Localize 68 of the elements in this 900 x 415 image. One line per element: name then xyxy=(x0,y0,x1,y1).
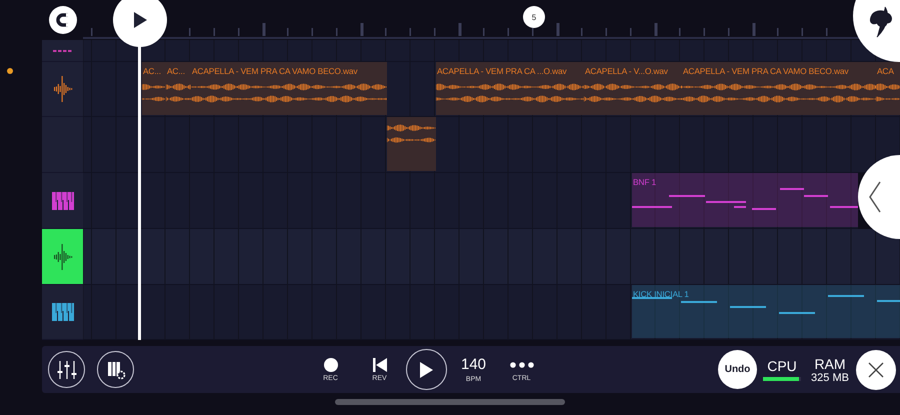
ruler-tick xyxy=(262,23,266,36)
undo-button[interactable]: Undo xyxy=(718,350,757,389)
clip-label: AC... xyxy=(167,66,185,77)
ruler-tick xyxy=(238,28,240,36)
play-button[interactable] xyxy=(113,0,167,47)
ruler-tick xyxy=(728,28,730,36)
audio-clip[interactable]: AC... xyxy=(142,62,166,115)
ruler-tick xyxy=(704,28,705,36)
sliders-icon xyxy=(56,358,78,380)
clip-label: ACAPELLA - VEM PRA CA VAMO BECO.wav xyxy=(192,66,358,77)
audio-clip[interactable]: ACA xyxy=(876,62,900,115)
ruler-tick xyxy=(826,28,828,36)
ruler-tick xyxy=(606,28,607,36)
record-icon xyxy=(324,358,338,372)
clip-label: ACAPELLA - VEM PRA CA VAMO BECO.wav xyxy=(683,66,848,77)
audio-clip[interactable]: ACAPELLA - VEM PRA CA VAMO BECO.wav xyxy=(191,62,387,115)
clip-label: ACAPELLA - V...O.wav xyxy=(585,66,668,77)
status-dot xyxy=(7,68,13,74)
ruler-tick xyxy=(434,28,436,36)
clip-label: ACAPELLA - VEM PRA CA ...O.wav xyxy=(437,66,567,77)
bar-marker[interactable]: 5 xyxy=(523,6,545,28)
ruler-tick xyxy=(802,28,803,36)
ruler-tick xyxy=(360,23,364,36)
audio-clip[interactable]: ACAPELLA - VEM PRA CA VAMO BECO.wav xyxy=(682,62,876,115)
close-icon xyxy=(868,362,884,378)
clip-label: ACA xyxy=(877,66,894,77)
ruler-tick xyxy=(777,28,778,36)
ruler-tick xyxy=(630,28,632,36)
ruler-tick xyxy=(385,28,386,36)
play-button[interactable] xyxy=(406,349,446,390)
audio-clip[interactable]: ACAPELLA - VEM PRA CA ...O.wav xyxy=(436,62,584,115)
ruler-tick xyxy=(287,28,288,36)
ruler-tick xyxy=(91,28,92,36)
ruler-tick xyxy=(679,28,680,36)
waveform-icon xyxy=(52,244,72,270)
clip-label: KICK INICIAL 1 xyxy=(633,289,689,300)
skip-back-icon xyxy=(372,358,388,372)
close-button[interactable] xyxy=(856,350,896,390)
ruler-tick xyxy=(752,23,756,36)
ram-label: RAM xyxy=(814,356,846,372)
magnet-icon xyxy=(54,12,70,28)
ruler-tick xyxy=(483,28,484,36)
ruler-tick xyxy=(508,28,509,36)
ruler-tick xyxy=(214,28,215,36)
ram-value: 325 MB xyxy=(811,372,849,384)
piano-settings-button[interactable] xyxy=(97,351,134,388)
ruler-tick xyxy=(312,28,313,36)
ruler-tick xyxy=(532,28,534,36)
ruler-tick xyxy=(410,28,411,36)
ruler-tick xyxy=(556,23,560,36)
audio-clip[interactable] xyxy=(387,117,436,171)
mixer-button[interactable] xyxy=(48,351,85,388)
play-icon xyxy=(419,362,433,378)
play-icon xyxy=(132,11,148,29)
clip-label: BNF 1 xyxy=(633,177,656,188)
ruler-tick xyxy=(189,28,190,36)
audio-clip[interactable]: AC... xyxy=(166,62,191,115)
pattern-clip[interactable]: KICK INICIAL 1 xyxy=(632,285,900,338)
ruler-tick xyxy=(458,23,462,36)
clip-label: AC... xyxy=(143,66,161,77)
chevron-left-icon xyxy=(868,181,882,213)
ruler-tick xyxy=(336,28,338,36)
cpu-label: CPU xyxy=(767,358,797,374)
ruler-tick xyxy=(654,23,658,36)
magnet-snap-button[interactable] xyxy=(48,6,76,34)
audio-clip[interactable]: ACAPELLA - V...O.wav xyxy=(584,62,682,115)
pattern-clip[interactable]: BNF 1 xyxy=(632,173,858,227)
ruler-tick xyxy=(581,28,582,36)
